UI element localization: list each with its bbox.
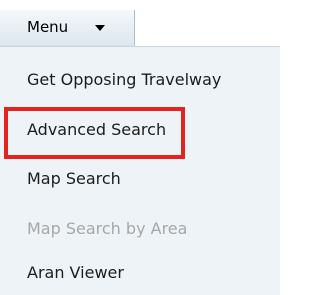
menu-item-map-search-by-area: Map Search by Area xyxy=(27,219,188,238)
menu-item-aran-viewer[interactable]: Aran Viewer xyxy=(27,264,124,282)
menu-item-advanced-search[interactable]: Advanced Search xyxy=(27,121,166,139)
menu-button[interactable]: Menu xyxy=(0,10,135,46)
menu-dropdown: Get Opposing Travelway Advanced Search M… xyxy=(0,46,280,295)
menu-item-map-search[interactable]: Map Search xyxy=(27,170,121,188)
caret-down-icon xyxy=(95,25,105,31)
menu-button-label: Menu xyxy=(27,18,69,36)
menu-screenshot: Menu Get Opposing Travelway Advanced Sea… xyxy=(0,0,280,295)
menu-item-get-opposing-travelway[interactable]: Get Opposing Travelway xyxy=(27,71,221,89)
